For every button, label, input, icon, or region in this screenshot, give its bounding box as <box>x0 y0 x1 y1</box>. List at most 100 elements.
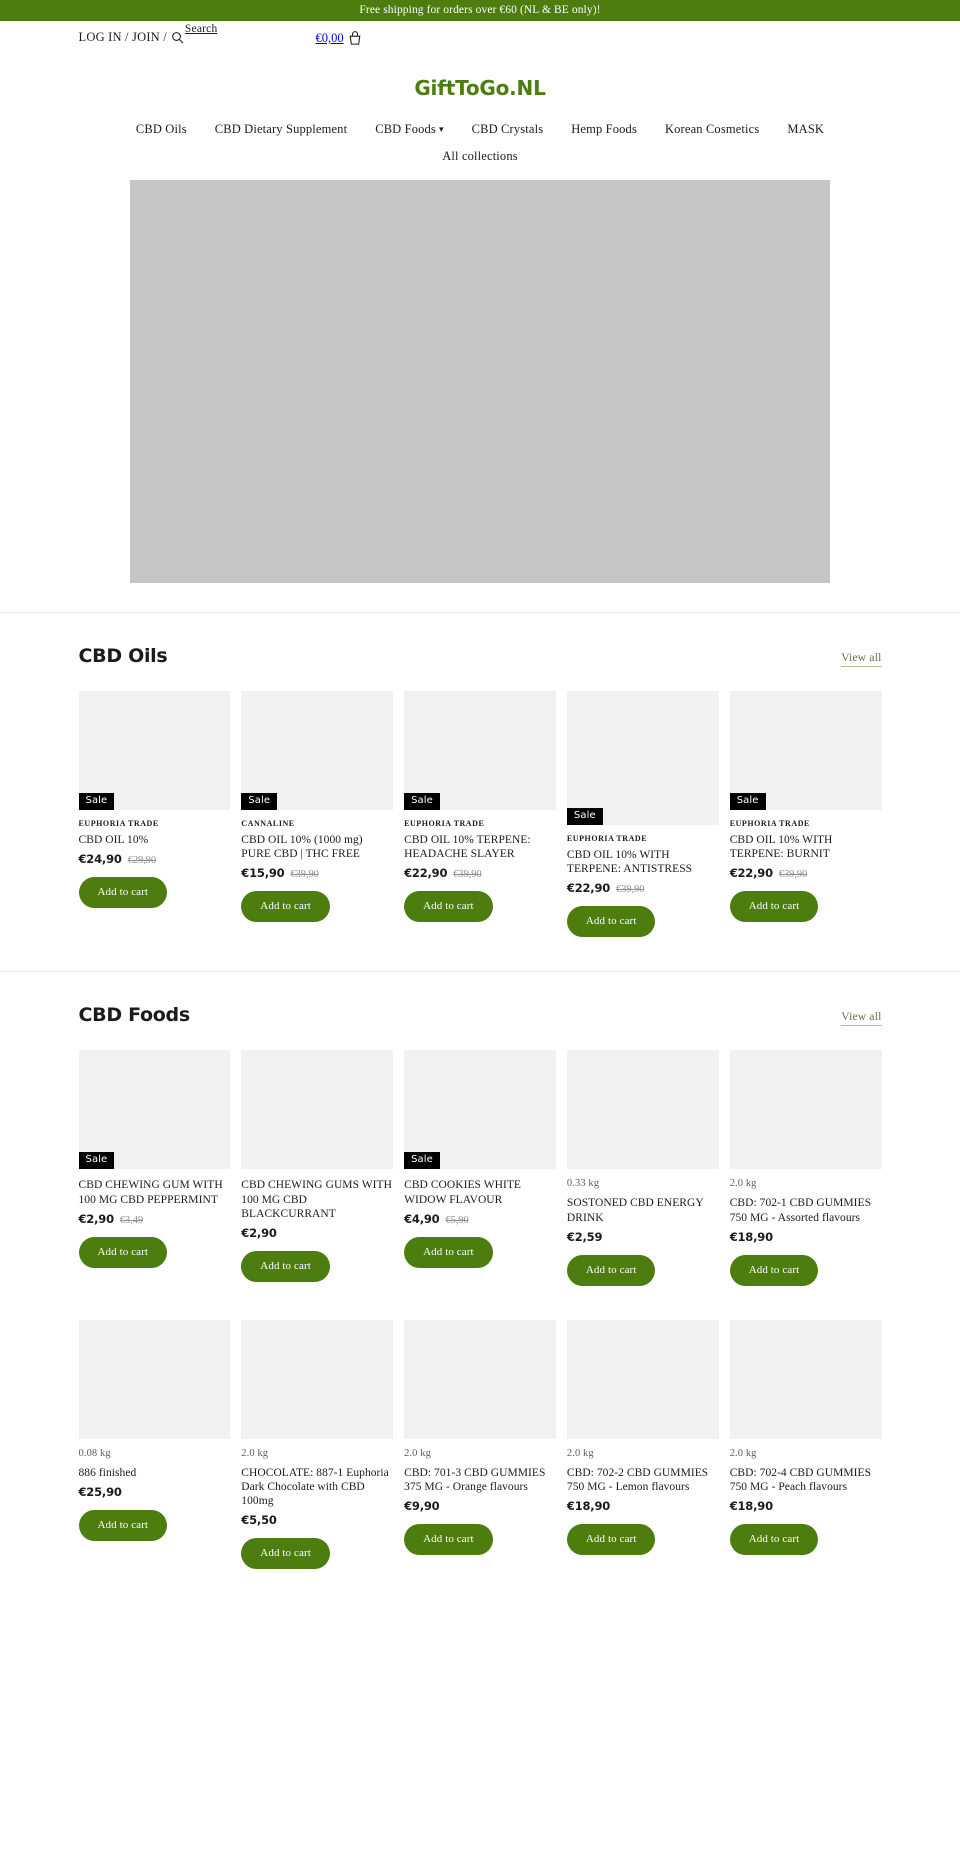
product-title[interactable]: 886 finished <box>79 1466 231 1480</box>
chevron-down-icon: ▾ <box>438 124 444 134</box>
nav-list: CBD Oils CBD Dietary Supplement CBD Food… <box>79 118 882 168</box>
product-image[interactable]: Sale <box>404 691 556 810</box>
view-all-cbd-foods[interactable]: View all <box>841 1011 882 1027</box>
product-title[interactable]: CBD CHEWING GUM WITH 100 MG CBD PEPPERMI… <box>79 1178 231 1206</box>
add-to-cart-button[interactable]: Add to cart <box>404 1524 493 1556</box>
storefront-page: Free shipping for orders over €60 (NL & … <box>0 0 960 1604</box>
hero-banner-image[interactable] <box>130 180 830 583</box>
product-image[interactable] <box>566 1050 719 1170</box>
product-image[interactable]: Sale <box>729 691 882 810</box>
add-to-cart-button[interactable]: Add to cart <box>241 891 330 923</box>
product-title[interactable]: CHOCOLATE: 887-1 Euphoria Dark Chocolate… <box>241 1466 393 1509</box>
product-price-row: €18,90 <box>567 1499 719 1513</box>
add-to-cart-button[interactable]: Add to cart <box>729 1524 819 1556</box>
product-price: €18,90 <box>729 1499 773 1514</box>
add-to-cart-button[interactable]: Add to cart <box>78 1236 168 1268</box>
product-card: Sale EUPHORIA TRADE CBD OIL 10% WITH TER… <box>566 691 719 938</box>
site-logo[interactable]: GiftToGo.NL <box>414 76 545 100</box>
product-weight: 2.0 kg <box>241 1447 269 1459</box>
add-to-cart-button[interactable]: Add to cart <box>729 891 819 923</box>
product-price: €5,50 <box>241 1513 277 1528</box>
product-image[interactable] <box>729 1050 882 1170</box>
product-image[interactable] <box>241 1050 394 1170</box>
product-price: €15,90 <box>241 866 285 881</box>
logo-row: GiftToGo.NL <box>79 59 882 106</box>
cart-total: €0,00 <box>315 31 344 45</box>
search-link[interactable]: Search <box>185 23 218 35</box>
product-weight: 0.33 kg <box>566 1178 600 1190</box>
add-to-cart-button[interactable]: Add to cart <box>78 1510 168 1542</box>
product-card: 2.0 kg CBD: 701-3 CBD GUMMIES 375 MG - O… <box>404 1319 556 1570</box>
product-card: Sale CBD CHEWING GUM WITH 100 MG CBD PEP… <box>78 1050 231 1285</box>
product-title[interactable]: CBD CHEWING GUMS WITH 100 MG CBD BLACKCU… <box>241 1178 393 1221</box>
section-title-cbd-oils: CBD Oils <box>78 645 168 667</box>
product-card: 0.33 kg SOSTONED CBD ENERGY DRINK €2,59 … <box>566 1050 719 1286</box>
product-image[interactable]: Sale <box>566 691 719 825</box>
product-vendor: EUPHORIA TRADE <box>404 819 485 828</box>
nav-item-hemp-foods: Hemp Foods <box>557 118 651 141</box>
product-price-row: €25,90 <box>79 1485 231 1499</box>
nav-link-korean-cosmetics[interactable]: Korean Cosmetics <box>651 118 773 141</box>
product-image[interactable]: Sale <box>78 691 231 810</box>
nav-item-cbd-foods: CBD Foods ▾ <box>361 118 457 141</box>
product-title[interactable]: CBD OIL 10% WITH TERPENE: BURNIT <box>730 833 882 861</box>
product-title[interactable]: CBD OIL 10% WITH TERPENE: ANTISTRESS <box>567 848 719 876</box>
add-to-cart-button[interactable]: Add to cart <box>404 891 493 923</box>
product-weight: 2.0 kg <box>729 1178 757 1190</box>
product-price: €2,90 <box>78 1211 115 1226</box>
add-to-cart-button[interactable]: Add to cart <box>566 1524 656 1556</box>
status-badge: Sale <box>241 793 278 810</box>
status-badge: Sale <box>566 808 603 825</box>
section-header-cbd-oils: CBD Oils View all <box>79 645 882 667</box>
add-to-cart-button[interactable]: Add to cart <box>566 1254 656 1286</box>
nav-link-cbd-oils[interactable]: CBD Oils <box>122 118 201 141</box>
add-to-cart-button[interactable]: Add to cart <box>404 1236 493 1268</box>
product-title[interactable]: CBD: 701-3 CBD GUMMIES 375 MG - Orange f… <box>404 1466 556 1494</box>
product-title[interactable]: SOSTONED CBD ENERGY DRINK <box>567 1196 719 1224</box>
product-title[interactable]: CBD: 702-1 CBD GUMMIES 750 MG - Assorted… <box>730 1196 882 1224</box>
product-price-row: €2,59 <box>567 1230 719 1244</box>
product-image[interactable] <box>566 1319 719 1439</box>
add-to-cart-button[interactable]: Add to cart <box>241 1251 330 1283</box>
view-all-cbd-oils[interactable]: View all <box>841 652 882 667</box>
product-price: €18,90 <box>566 1499 611 1514</box>
product-image[interactable] <box>404 1319 556 1439</box>
nav-link-hemp-foods[interactable]: Hemp Foods <box>557 118 651 141</box>
product-title[interactable]: CBD OIL 10% TERPENE: HEADACHE SLAYER <box>404 833 556 861</box>
product-price-row: €18,90 <box>730 1230 882 1244</box>
product-card: CBD CHEWING GUMS WITH 100 MG CBD BLACKCU… <box>241 1050 394 1285</box>
product-title[interactable]: CBD OIL 10% <box>79 833 231 847</box>
add-to-cart-button[interactable]: Add to cart <box>729 1254 819 1286</box>
product-image[interactable]: Sale <box>241 691 394 810</box>
add-to-cart-button[interactable]: Add to cart <box>566 906 656 938</box>
product-image[interactable] <box>78 1319 231 1439</box>
section-header-cbd-foods: CBD Foods View all <box>79 1004 882 1027</box>
nav-link-all-collections[interactable]: All collections <box>428 145 532 168</box>
product-title[interactable]: CBD OIL 10% (1000 mg) PURE CBD | THC FRE… <box>241 833 393 861</box>
add-to-cart-button[interactable]: Add to cart <box>241 1538 330 1570</box>
cart-link[interactable]: €0,00 <box>316 31 362 46</box>
product-title[interactable]: CBD: 702-2 CBD GUMMIES 750 MG - Lemon fl… <box>567 1466 719 1494</box>
product-vendor: EUPHORIA TRADE <box>78 819 159 828</box>
nav-link-cbd-dietary-supplement[interactable]: CBD Dietary Supplement <box>201 118 361 141</box>
nav-link-cbd-crystals[interactable]: CBD Crystals <box>458 118 558 141</box>
product-title[interactable]: CBD COOKIES WHITE WIDOW FLAVOUR <box>404 1178 556 1206</box>
product-compare-price: €39,90 <box>616 884 645 896</box>
search-icon[interactable] <box>171 31 184 44</box>
product-image[interactable] <box>241 1319 394 1439</box>
product-image[interactable]: Sale <box>404 1050 556 1170</box>
product-image[interactable]: Sale <box>78 1050 231 1170</box>
nav-link-cbd-foods[interactable]: CBD Foods ▾ <box>361 118 457 141</box>
header-container: LOG IN / JOIN / Search €0,00 GiftToGo.NL… <box>79 21 882 172</box>
collection-section-cbd-oils: CBD Oils View all Sale EUPHORIA TRADE CB… <box>78 613 882 971</box>
login-join-link[interactable]: LOG IN / JOIN / <box>79 30 167 45</box>
nav-link-mask[interactable]: MASK <box>773 118 838 141</box>
nav-item-cbd-oils: CBD Oils <box>122 118 201 141</box>
product-compare-price: €39,90 <box>453 869 482 881</box>
product-title[interactable]: CBD: 702-4 CBD GUMMIES 750 MG - Peach fl… <box>730 1466 882 1494</box>
product-price: €22,90 <box>404 866 448 881</box>
product-image[interactable] <box>729 1319 882 1439</box>
shopping-cart-icon <box>348 31 362 46</box>
product-price-row: €24,90 €29,90 <box>79 852 231 866</box>
add-to-cart-button[interactable]: Add to cart <box>78 877 168 909</box>
